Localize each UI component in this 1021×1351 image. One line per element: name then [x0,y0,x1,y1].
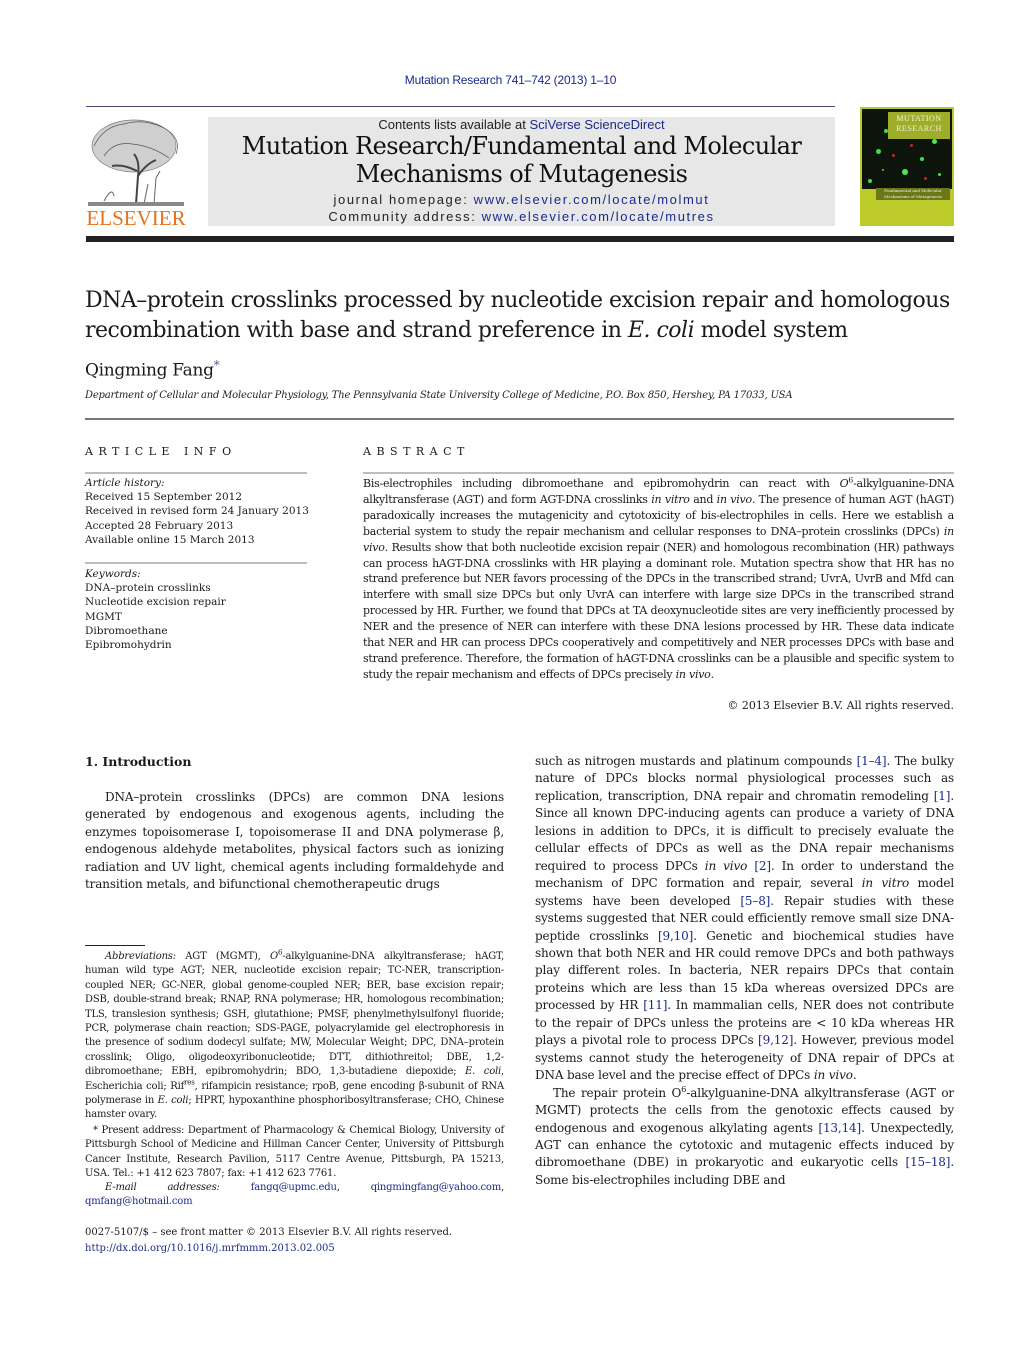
abstract-text: Bis-electrophiles including dibromoethan… [363,476,954,683]
sciencedirect-link[interactable]: SciVerse ScienceDirect [529,117,664,132]
italic-segment: in vitro [861,876,910,891]
header-bottom-bar [86,236,954,242]
cover-subtitle: Fundamental and Molecular Mechanisms of … [876,188,950,200]
keyword-item: Dibromoethane [85,624,168,637]
history-item: Available online 15 March 2013 [85,533,255,546]
keyword-item: Nucleotide excision repair [85,596,226,609]
history-item: Accepted 28 February 2013 [85,519,234,532]
email-footnote: E-mail addresses: fangq@upmc.edu, qingmi… [85,1182,504,1208]
community-link[interactable]: www.elsevier.com/locate/mutres [482,209,715,224]
email-link[interactable]: qingmingfang@yahoo.com [371,1182,501,1193]
elsevier-wordmark[interactable]: ELSEVIER [84,206,188,231]
keywords-rule [85,562,307,564]
abbreviations-text: AGT (MGMT), O6-alkylguanine-DNA alkyltra… [85,949,505,1120]
italic-segment: in vivo [704,858,748,873]
text-segment: -alkylguanine-DNA alkyltransferase; hAGT… [85,951,505,1078]
text-segment: The repair protein O [553,1085,682,1100]
email-link[interactable]: qmfang@hotmail.com [85,1196,193,1207]
abstract-copyright: © 2013 Elsevier B.V. All rights reserved… [727,699,954,712]
citation-link[interactable]: [5–8] [740,894,770,908]
author-line: Qingming Fang* [85,358,220,381]
italic-segment: in vivo [813,1068,853,1083]
contents-prefix: Contents lists available at [378,117,530,132]
history-item: Received in revised form 24 January 2013 [85,505,309,518]
abstract-rule [363,472,954,474]
cover-title: MUTATION RESEARCH [888,114,950,134]
abstract-segment: . [710,667,715,681]
footnote-rule [85,945,145,946]
journal-title-line-1: Mutation Research/Fundamental and Molecu… [241,132,802,160]
section-heading-introduction: 1. Introduction [85,754,192,769]
journal-cover-image[interactable]: MUTATION RESEARCH Fundamental and Molecu… [860,107,954,226]
header-top-rule [86,106,835,107]
intro-paragraph-2: The repair protein O6-alkylguanine-DNA a… [535,1084,954,1190]
abstract-segment: and [689,492,717,506]
citation-link[interactable]: [13,14] [818,1121,861,1135]
article-history: Article history: Received 15 September 2… [85,476,309,547]
citation-link[interactable]: [15–18] [905,1155,950,1169]
present-address-footnote: * Present address: Department of Pharmac… [85,1125,504,1180]
article-title: DNA–protein crosslinks processed by nucl… [85,286,965,346]
citation-link[interactable]: [11] [643,998,667,1012]
superscript: res [184,1078,195,1087]
abbreviations-footnote: Abbreviations: AGT (MGMT), O6-alkylguani… [85,949,505,1123]
author-footnote-mark[interactable]: * [214,358,220,372]
cover-title-line-2: RESEARCH [896,124,942,133]
title-block-rule [85,418,954,420]
keyword-item: DNA–protein crosslinks [85,582,211,595]
cover-title-line-1: MUTATION [896,114,942,123]
community-address-line: Community address: www.elsevier.com/loca… [208,209,835,224]
abstract-segment: in vitro [651,492,690,506]
intro-paragraph-1-cont: such as nitrogen mustards and platinum c… [535,753,954,1085]
intro-paragraph-1-left: DNA–protein crosslinks (DPCs) are common… [85,790,504,892]
article-info-rule [85,472,307,474]
article-title-part-2: model system [694,318,848,343]
citation-link[interactable]: [1] [934,789,951,803]
abbreviations-label: Abbreviations: [105,951,176,962]
citation-link[interactable]: [9,12] [758,1033,793,1047]
text-segment: . [852,1068,857,1083]
italic-segment: E. coli [157,1095,189,1107]
abstract-heading: ABSTRACT [363,445,470,458]
article-title-italic: E. coli [627,318,695,343]
keyword-item: MGMT [85,610,122,623]
email-link[interactable]: fangq@upmc.edu [251,1182,337,1193]
abstract-segment: in vivo [675,667,711,681]
keywords: Keywords: DNA–protein crosslinks Nucleot… [85,567,226,652]
keywords-label: Keywords: [85,568,141,580]
citation-link[interactable]: [2] [754,859,771,873]
author-affiliation: Department of Cellular and Molecular Phy… [85,390,793,401]
journal-title: Mutation Research/Fundamental and Molecu… [208,132,835,188]
front-matter: 0027-5107/$ – see front matter © 2013 El… [85,1225,452,1256]
article-info-heading: ARTICLE INFO [85,445,237,458]
citation-link[interactable]: [9,10] [658,929,693,943]
abstract-segment: Bis-electrophiles including dibromoethan… [363,477,840,490]
contents-available-line: Contents lists available at SciVerse Sci… [208,117,835,132]
keyword-item: Epibromohydrin [85,639,172,652]
homepage-label: journal homepage: [333,192,474,207]
journal-homepage-line: journal homepage: www.elsevier.com/locat… [208,192,835,207]
running-head-citation[interactable]: Mutation Research 741–742 (2013) 1–10 [0,73,1021,87]
abstract-segment: in vivo [716,492,752,506]
author-name[interactable]: Qingming Fang [85,361,214,381]
text-segment: such as nitrogen mustards and platinum c… [535,754,857,768]
community-label: Community address: [328,209,482,224]
intro-right-column: such as nitrogen mustards and platinum c… [535,753,954,1189]
history-item: Received 15 September 2012 [85,491,243,504]
abstract-segment: . Results show that both nucleotide exci… [363,540,954,681]
homepage-link[interactable]: www.elsevier.com/locate/molmut [474,192,710,207]
article-history-label: Article history: [85,477,165,489]
email-label: E-mail addresses: [105,1182,220,1193]
italic-segment: O [270,951,278,962]
doi-link[interactable]: http://dx.doi.org/10.1016/j.mrfmmm.2013.… [85,1241,452,1257]
front-matter-notice: 0027-5107/$ – see front matter © 2013 El… [85,1227,453,1238]
italic-segment: E. coli [465,1066,502,1078]
citation-link[interactable]: [1–4] [857,754,887,768]
journal-title-line-2: Mechanisms of Mutagenesis [355,160,688,188]
text-segment: AGT (MGMT), [175,951,270,962]
